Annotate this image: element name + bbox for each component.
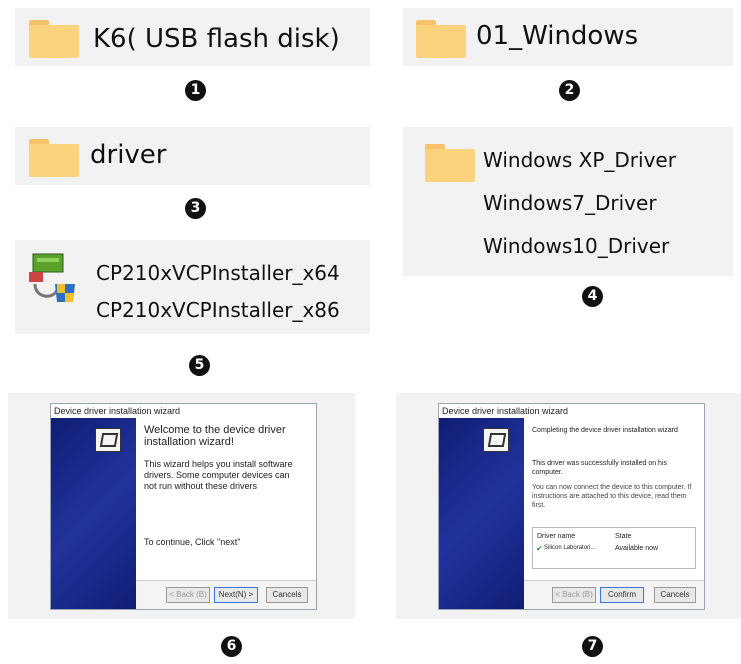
installer-label: CP210xVCPInstaller_x86 — [96, 298, 340, 322]
back-button[interactable]: < Back (B) — [166, 587, 210, 603]
installer-icon — [29, 253, 75, 302]
step-3: 3 — [185, 198, 206, 219]
folder-icon — [29, 20, 79, 58]
panel-wizard-welcome: Device driver installation wizard Welcom… — [8, 393, 355, 619]
folder-label: K6( USB flash disk) — [93, 24, 340, 54]
folder-label: Windows7_Driver — [483, 191, 657, 215]
wizard-hardware-icon — [483, 428, 509, 452]
driver-table: Driver name State ✔ Silicon Laboratori..… — [532, 527, 696, 569]
step-1: 1 — [185, 80, 206, 101]
driver-state-cell: Available now — [615, 545, 659, 552]
wizard-window: Device driver installation wizard Welcom… — [50, 403, 317, 610]
folder-icon — [425, 144, 475, 182]
cancel-button[interactable]: Cancels — [654, 587, 696, 603]
col-state: State — [615, 533, 632, 540]
back-button[interactable]: < Back (B) — [552, 587, 596, 603]
installer-label: CP210xVCPInstaller_x64 — [96, 261, 340, 285]
wizard-side-banner — [51, 418, 136, 609]
panel-installers[interactable]: CP210xVCPInstaller_x64 CP210xVCPInstalle… — [15, 240, 370, 334]
folder-icon — [416, 20, 466, 58]
step-2: 2 — [559, 80, 580, 101]
driver-name-cell: Silicon Laboratori... — [544, 545, 596, 551]
step-6: 6 — [221, 636, 242, 657]
confirm-button[interactable]: Confirm — [600, 587, 644, 603]
wizard-button-bar: < Back (B) Confirm Cancels — [524, 580, 704, 609]
next-button[interactable]: Next(N) > — [214, 587, 258, 603]
panel-windows-drivers[interactable]: Windows XP_Driver Windows7_Driver Window… — [403, 127, 733, 276]
wizard-title: Device driver installation wizard — [442, 406, 569, 416]
folder-label: 01_Windows — [476, 21, 639, 51]
folder-label: Windows10_Driver — [483, 234, 670, 258]
panel-01-windows[interactable]: 01_Windows — [403, 8, 733, 66]
wizard-continue: To continue, Click "next" — [144, 537, 241, 547]
wizard-button-bar: < Back (B) Next(N) > Cancels — [136, 580, 316, 609]
cancel-button[interactable]: Cancels — [266, 587, 308, 603]
col-driver-name: Driver name — [537, 533, 576, 540]
wizard-title: Device driver installation wizard — [54, 406, 181, 416]
panel-usb-flash-disk[interactable]: K6( USB flash disk) — [15, 8, 370, 66]
step-7: 7 — [582, 636, 603, 657]
wizard-body-2: You can now connect the device to this c… — [532, 484, 692, 509]
panel-wizard-complete: Device driver installation wizard Comple… — [396, 393, 741, 619]
wizard-side-banner — [439, 418, 524, 609]
step-5: 5 — [189, 355, 210, 376]
panel-driver[interactable]: driver — [15, 127, 370, 185]
wizard-heading: Completing the device driver installatio… — [532, 427, 678, 434]
wizard-heading: Welcome to the device driver installatio… — [144, 424, 286, 448]
check-icon: ✔ — [536, 544, 543, 553]
folder-icon — [29, 139, 79, 177]
step-4: 4 — [582, 286, 603, 307]
folder-label: Windows XP_Driver — [483, 148, 676, 172]
wizard-body: This wizard helps you install software d… — [144, 459, 293, 491]
folder-label: driver — [90, 140, 167, 170]
wizard-hardware-icon — [95, 428, 121, 452]
wizard-body: This driver was successfully installed o… — [532, 460, 667, 476]
wizard-window: Device driver installation wizard Comple… — [438, 403, 705, 610]
